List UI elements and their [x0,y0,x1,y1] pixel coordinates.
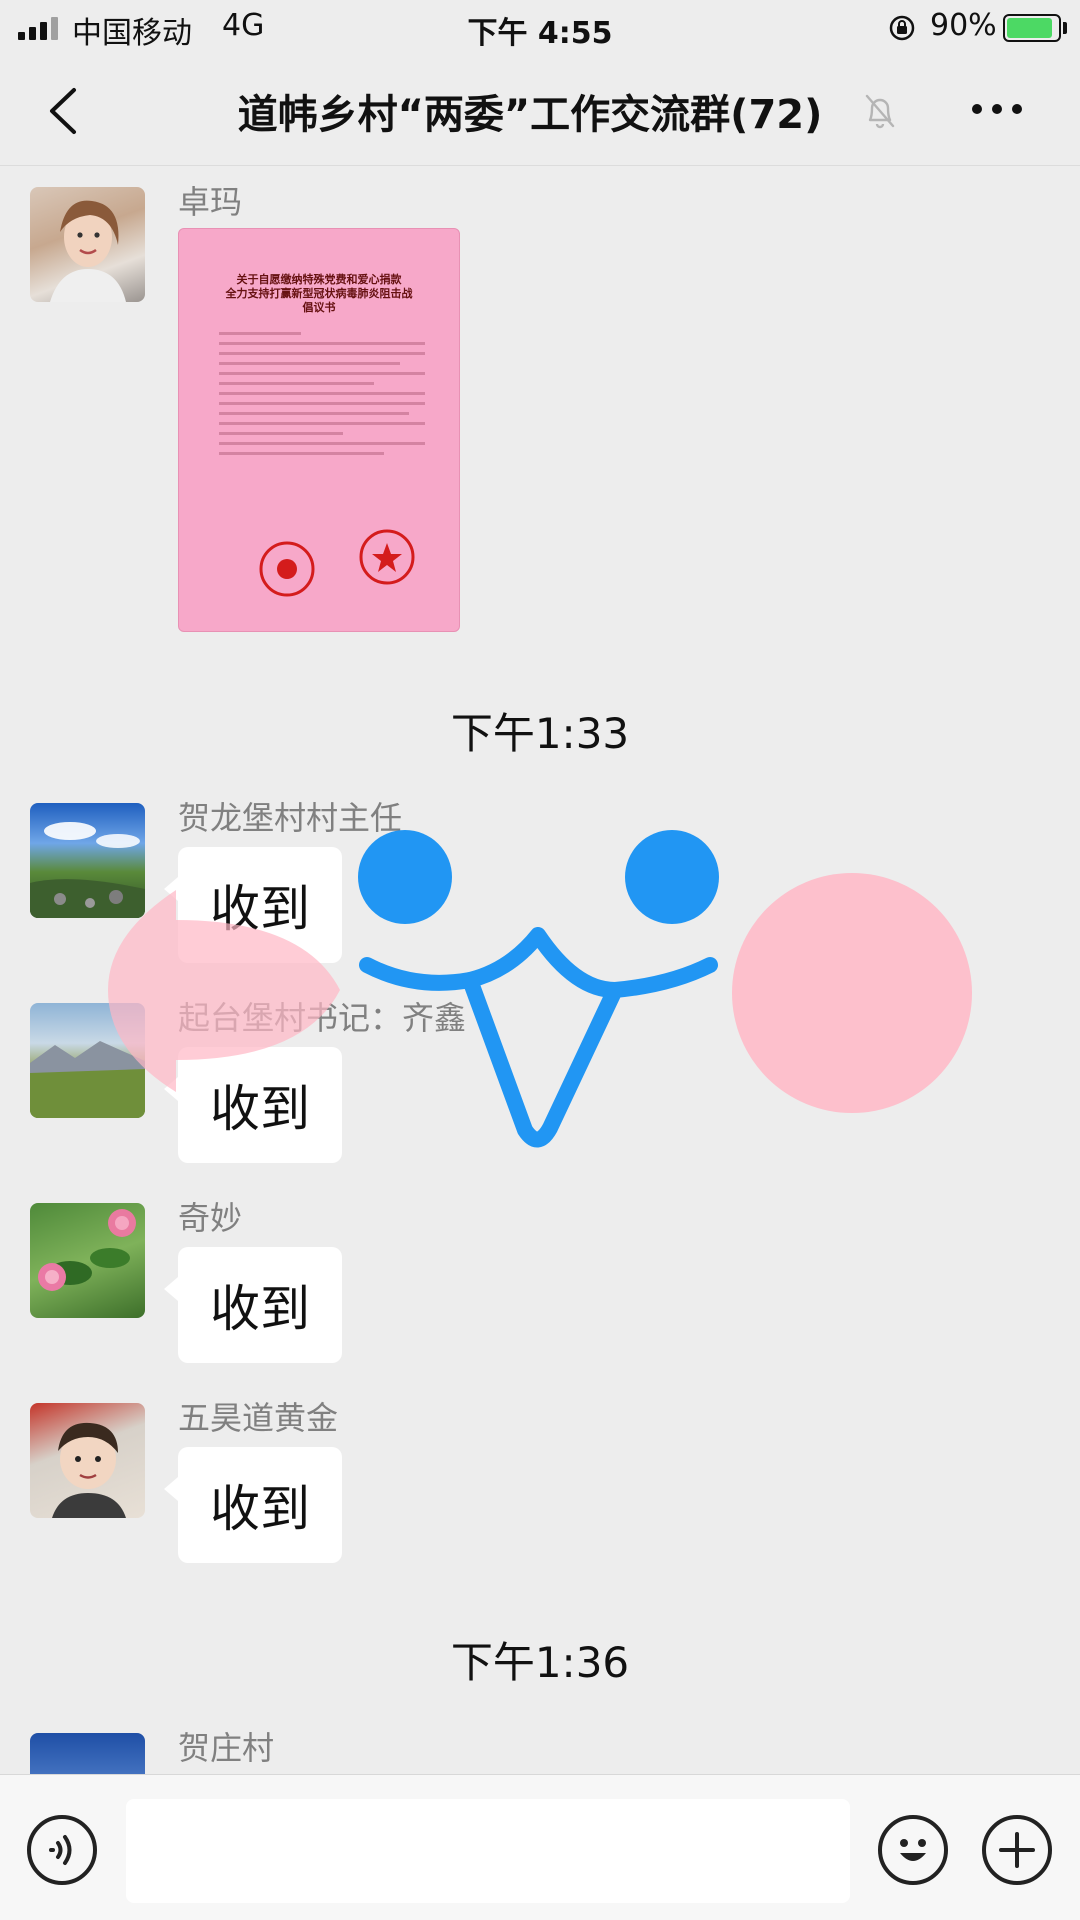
voice-icon[interactable] [27,1815,97,1885]
message-image-document[interactable]: 关于自愿缴纳特殊党费和爱心捐款 全力支持打赢新型冠状病毒肺炎阻击战 倡议书 [178,228,460,632]
message-bubble[interactable]: 收到 [164,847,342,963]
sender-name: 卓玛 [178,183,243,221]
battery-tip [1063,22,1067,34]
avatar[interactable] [30,187,145,302]
status-bar: 中国移动 4G 下午 4:55 90% [0,0,1080,56]
sender-name: 贺龙堡村村主任 [178,799,403,837]
avatar[interactable] [30,1733,145,1774]
emoji-icon[interactable] [878,1815,948,1885]
battery-icon [1003,14,1061,42]
status-time: 下午 4:55 [467,16,613,51]
chat-title: 道帏乡村“两委”工作交流群(72) [237,92,823,138]
message-bubble[interactable]: 收到 [164,1247,342,1363]
avatar[interactable] [30,1203,145,1318]
battery-percent: 90% [930,8,997,43]
document-title: 关于自愿缴纳特殊党费和爱心捐款 全力支持打赢新型冠状病毒肺炎阻击战 倡议书 [225,273,413,314]
time-divider: 下午1:36 [450,1638,630,1687]
rotation-lock-icon [889,15,915,41]
time-divider: 下午1:33 [450,709,630,758]
chat-message-list[interactable]: 卓玛 关于自愿缴纳特殊党费和爱心捐款 全力支持打赢新型冠状病毒肺炎阻击战 倡议书… [0,167,1080,1774]
more-icon[interactable] [972,104,1022,118]
avatar[interactable] [30,1003,145,1118]
message-bubble[interactable]: 收到 [164,1447,342,1563]
input-bar [0,1774,1080,1920]
avatar[interactable] [30,803,145,918]
nav-bar: 道帏乡村“两委”工作交流群(72) [0,56,1080,166]
chat-screen: 中国移动 4G 下午 4:55 90% 道帏乡村“两委”工作交流群(72) 卓玛… [0,0,1080,1920]
mute-icon [865,94,895,129]
avatar[interactable] [30,1403,145,1518]
seal-icon [359,529,415,585]
sender-name: 起台堡村书记：齐鑫 [178,999,467,1037]
sender-name: 奇妙 [178,1199,243,1237]
sender-name: 五昊道黄金 [178,1399,339,1437]
document-body [179,315,459,455]
plus-icon[interactable] [982,1815,1052,1885]
sender-name: 贺庄村 [178,1729,275,1767]
message-input[interactable] [126,1799,850,1903]
seal-icon [259,541,315,597]
message-bubble[interactable]: 收到 [164,1047,342,1163]
